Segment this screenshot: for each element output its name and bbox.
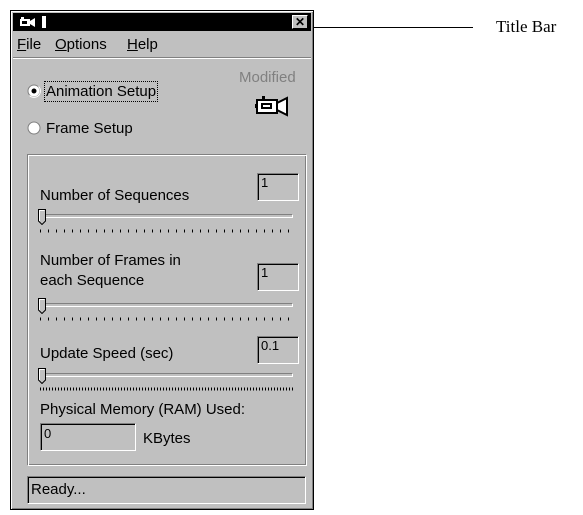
sequences-label: Number of Sequences: [40, 187, 190, 204]
frames-label-line2: each Sequence: [40, 272, 145, 289]
animation-setup-radio[interactable]: [27, 84, 41, 98]
title-bar[interactable]: ✕: [13, 13, 311, 31]
frame-setup-radio[interactable]: [27, 121, 41, 135]
callout-label: Title Bar: [496, 17, 557, 36]
animation-setup-label[interactable]: Animation Setup: [43, 81, 159, 102]
close-button[interactable]: ✕: [292, 15, 308, 29]
frames-slider-track[interactable]: [40, 303, 293, 307]
menu-file[interactable]: File: [17, 36, 41, 53]
menu-help[interactable]: Help: [127, 36, 158, 53]
sequences-slider-track[interactable]: [40, 214, 293, 218]
app-icon: [20, 17, 35, 27]
sequences-field[interactable]: 1: [257, 173, 299, 201]
menu-divider: [13, 57, 311, 59]
memory-unit: KBytes: [143, 430, 191, 447]
frame-setup-label[interactable]: Frame Setup: [46, 120, 133, 137]
memory-field: 0: [40, 423, 136, 451]
callout-line: [313, 27, 473, 28]
speed-label: Update Speed (sec): [40, 345, 174, 362]
speed-slider-thumb[interactable]: [38, 368, 46, 384]
frames-slider-ticks: [40, 317, 293, 321]
modified-indicator: Modified: [239, 69, 296, 86]
sequences-slider-thumb[interactable]: [38, 209, 46, 225]
menu-bar: File Options Help: [13, 33, 311, 53]
sequences-slider-ticks: [40, 229, 293, 233]
memory-label: Physical Memory (RAM) Used:: [40, 401, 246, 418]
frames-slider-thumb[interactable]: [38, 298, 46, 314]
status-bar: Ready...: [27, 476, 306, 504]
speed-field[interactable]: 0.1: [257, 336, 299, 364]
speed-slider-ticks: [40, 387, 293, 391]
camera-icon: [255, 96, 288, 117]
menu-options[interactable]: Options: [55, 36, 107, 53]
app-window: ✕ File Options Help Animation Setup Fram…: [10, 10, 314, 510]
title-text-caret: [41, 15, 47, 29]
speed-slider-track[interactable]: [40, 373, 293, 377]
frames-label-line1: Number of Frames in: [40, 252, 181, 269]
frames-field[interactable]: 1: [257, 263, 299, 291]
